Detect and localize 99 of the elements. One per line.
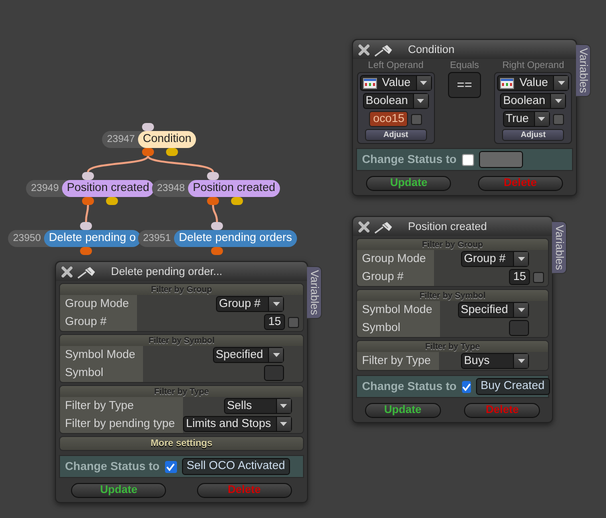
update-button[interactable]: Update bbox=[364, 403, 441, 418]
field-label: Filter by pending type bbox=[60, 415, 183, 433]
checkbox[interactable] bbox=[411, 114, 422, 124]
status-label: Change Status to bbox=[362, 154, 457, 166]
update-button[interactable]: Update bbox=[71, 483, 166, 498]
pin-icon[interactable] bbox=[374, 42, 394, 56]
pin-icon[interactable] bbox=[374, 220, 394, 234]
graph-node[interactable]: Condition bbox=[138, 131, 196, 148]
output-port[interactable] bbox=[80, 247, 92, 255]
output-port[interactable] bbox=[142, 148, 154, 156]
graph-node[interactable]: Position created bbox=[62, 180, 154, 197]
dropdown[interactable]: Group # bbox=[216, 296, 284, 312]
field-label: Symbol bbox=[60, 364, 144, 382]
variables-tab[interactable]: Variables bbox=[576, 44, 591, 98]
input-port[interactable] bbox=[211, 222, 223, 230]
edge-line bbox=[147, 155, 214, 172]
operand-header: Left Operand bbox=[368, 59, 424, 72]
output-port[interactable] bbox=[231, 197, 243, 205]
dropdown[interactable]: Sells bbox=[224, 398, 292, 414]
dropdown[interactable]: Limits and Stops bbox=[182, 416, 292, 432]
output-port[interactable] bbox=[106, 197, 118, 205]
status-label: Change Status to bbox=[362, 380, 457, 392]
status-label: Change Status to bbox=[65, 460, 160, 472]
close-icon[interactable] bbox=[61, 266, 73, 278]
source-dropdown[interactable]: Value bbox=[360, 75, 432, 91]
checkbox[interactable] bbox=[552, 114, 564, 124]
input-field[interactable] bbox=[264, 365, 284, 381]
adjust-button[interactable]: Adjust bbox=[364, 129, 427, 141]
caret-icon bbox=[417, 99, 424, 103]
pin-icon[interactable] bbox=[77, 264, 97, 278]
window-title: Condition bbox=[408, 44, 454, 56]
caret-icon bbox=[518, 257, 524, 261]
caret-icon bbox=[518, 308, 524, 312]
operator-header: Equals bbox=[450, 59, 480, 72]
field-label: Group # bbox=[357, 268, 434, 286]
edge-line bbox=[85, 204, 89, 222]
caret-icon bbox=[272, 302, 280, 306]
output-port[interactable] bbox=[82, 197, 94, 205]
dropdown[interactable]: Specified bbox=[458, 302, 529, 318]
edge-line bbox=[87, 156, 149, 172]
caret-icon bbox=[420, 81, 428, 85]
status-field[interactable]: Sell OCO Activated bbox=[182, 458, 290, 475]
variable-chip[interactable]: oco15 bbox=[369, 111, 408, 127]
caret-icon bbox=[518, 359, 524, 363]
caret-icon bbox=[280, 404, 288, 408]
edge-line bbox=[212, 204, 218, 222]
value-icon bbox=[363, 78, 377, 89]
field-label: Filter by Type bbox=[60, 397, 183, 415]
window-title: Position created bbox=[408, 220, 487, 232]
update-button[interactable]: Update bbox=[366, 176, 452, 191]
window-title: Delete pending order... bbox=[111, 266, 222, 278]
output-port[interactable] bbox=[211, 247, 223, 255]
checkbox[interactable] bbox=[462, 154, 474, 166]
caret-icon bbox=[554, 99, 562, 103]
input-port[interactable] bbox=[207, 172, 219, 180]
graph-node[interactable]: Delete pending o bbox=[44, 230, 141, 247]
output-port[interactable] bbox=[207, 197, 219, 205]
field-label: Symbol bbox=[357, 319, 440, 337]
checkbox[interactable] bbox=[533, 272, 544, 282]
graph-node[interactable]: Delete pending orders bbox=[174, 230, 297, 247]
field-label: Group # bbox=[60, 313, 137, 331]
output-port[interactable] bbox=[166, 148, 178, 156]
caret-icon bbox=[538, 117, 546, 121]
checkbox[interactable] bbox=[462, 380, 471, 392]
type-dropdown[interactable]: Boolean bbox=[362, 93, 429, 109]
close-icon[interactable] bbox=[358, 220, 370, 232]
value-icon bbox=[500, 78, 514, 89]
caret-icon bbox=[272, 353, 280, 357]
dropdown[interactable]: Specified bbox=[212, 347, 284, 363]
section-header[interactable]: More settings bbox=[60, 437, 303, 450]
variables-tab[interactable]: Variables bbox=[307, 266, 322, 320]
checkbox[interactable] bbox=[164, 460, 177, 472]
input-port[interactable] bbox=[142, 123, 154, 131]
caret-icon bbox=[558, 81, 564, 85]
input-field[interactable] bbox=[509, 320, 529, 336]
input-port[interactable] bbox=[80, 222, 92, 230]
field-label: Group Mode bbox=[357, 250, 434, 268]
caret-icon bbox=[280, 422, 288, 426]
close-icon[interactable] bbox=[358, 44, 370, 56]
constant-dropdown[interactable]: True bbox=[502, 111, 550, 127]
graph-node[interactable]: Position created bbox=[188, 180, 280, 197]
status-field[interactable]: Buy Created bbox=[476, 378, 550, 395]
field-label: Symbol Mode bbox=[60, 346, 144, 364]
dropdown[interactable]: Buys bbox=[461, 353, 529, 369]
field-label: Symbol Mode bbox=[357, 301, 440, 319]
operand-header: Right Operand bbox=[502, 59, 564, 72]
field-label: Group Mode bbox=[60, 295, 137, 313]
input-port[interactable] bbox=[82, 172, 94, 180]
status-field[interactable] bbox=[478, 151, 523, 168]
field-label: Filter by Type bbox=[357, 352, 439, 370]
checkbox[interactable] bbox=[288, 316, 299, 328]
operator-field[interactable]: == bbox=[448, 72, 481, 98]
dropdown[interactable]: Group # bbox=[461, 251, 529, 267]
adjust-button[interactable]: Adjust bbox=[502, 129, 564, 141]
type-dropdown[interactable]: Boolean bbox=[500, 93, 566, 109]
source-dropdown[interactable]: Value bbox=[497, 75, 569, 91]
number-field[interactable]: 15 bbox=[509, 269, 530, 285]
number-field[interactable]: 15 bbox=[264, 314, 285, 330]
variables-tab[interactable]: Variables bbox=[552, 221, 567, 274]
